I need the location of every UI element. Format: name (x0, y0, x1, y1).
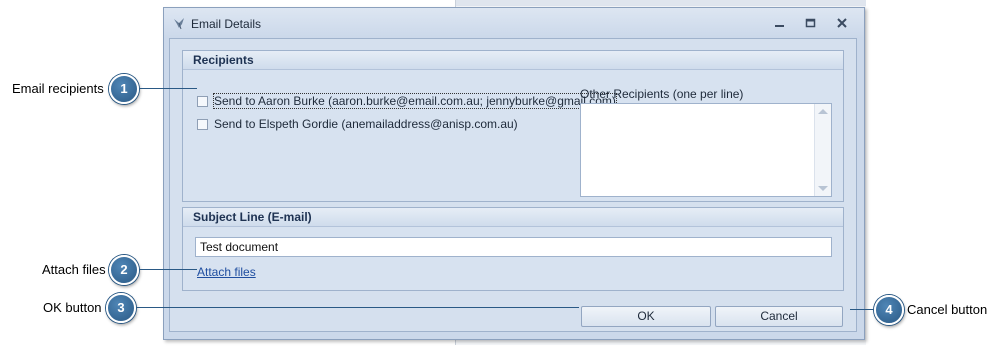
email-details-dialog: Email Details Recipients Send to Aaron B… (163, 7, 865, 340)
callout-leader-line (136, 307, 579, 308)
recipients-header: Recipients (183, 51, 843, 70)
ok-button[interactable]: OK (581, 306, 711, 327)
subject-input[interactable]: Test document (195, 237, 832, 257)
recipient-label[interactable]: Send to Aaron Burke (aaron.burke@email.c… (213, 93, 617, 109)
callout-badge-4: 4 (874, 295, 904, 325)
recipient-checkbox[interactable] (197, 95, 208, 107)
callout-leader-line (139, 269, 197, 270)
close-icon[interactable] (835, 16, 849, 30)
scroll-up-arrow-icon[interactable] (818, 109, 828, 114)
callout-leader-line (139, 88, 197, 89)
callout-label-attach-files: Attach files (42, 262, 106, 277)
recipient-checkbox[interactable] (197, 118, 208, 130)
other-recipients-scrollbar[interactable] (814, 104, 831, 196)
callout-label-ok-button: OK button (43, 300, 102, 315)
cancel-button[interactable]: Cancel (715, 306, 843, 327)
dialog-body: Recipients Send to Aaron Burke (aaron.bu… (169, 38, 857, 332)
callout-label-email-recipients: Email recipients (12, 81, 104, 96)
minimize-icon[interactable] (773, 16, 787, 30)
recipients-group: Recipients Send to Aaron Burke (aaron.bu… (182, 50, 844, 202)
dialog-title: Email Details (191, 17, 262, 31)
title-bar[interactable]: Email Details (164, 8, 864, 38)
other-recipients-label: Other Recipients (one per line) (580, 87, 744, 101)
callout-badge-2: 2 (109, 255, 139, 285)
attach-files-link[interactable]: Attach files (197, 265, 256, 279)
recipient-checkbox-row[interactable]: Send to Elspeth Gordie (anemailaddress@a… (197, 116, 518, 132)
callout-leader-line (850, 309, 874, 310)
scroll-down-arrow-icon[interactable] (818, 186, 828, 191)
background-window-strip (456, 0, 866, 6)
other-recipients-textarea[interactable] (580, 103, 832, 197)
subject-header: Subject Line (E-mail) (183, 208, 843, 227)
recipient-checkbox-row[interactable]: Send to Aaron Burke (aaron.burke@email.c… (197, 93, 617, 109)
email-bird-icon (172, 16, 186, 30)
callout-label-cancel-button: Cancel button (907, 302, 988, 317)
callout-badge-1: 1 (109, 74, 139, 104)
maximize-icon[interactable] (804, 16, 818, 30)
callout-badge-3: 3 (106, 293, 136, 323)
subject-group: Subject Line (E-mail) Test document Atta… (182, 207, 844, 291)
recipient-label[interactable]: Send to Elspeth Gordie (anemailaddress@a… (214, 117, 518, 131)
